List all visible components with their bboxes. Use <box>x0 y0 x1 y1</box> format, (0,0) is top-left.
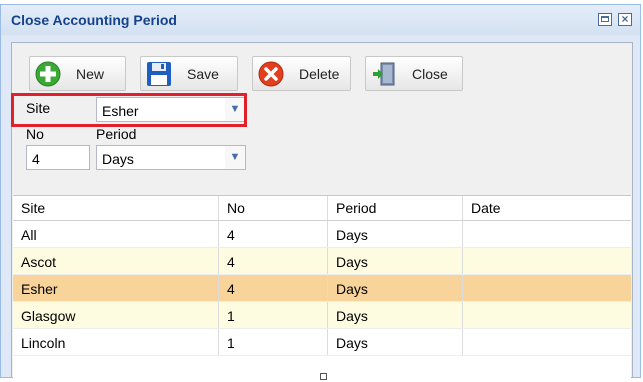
periods-grid: Site No Period Date All 4 Days Ascot 4 D… <box>13 195 631 378</box>
close-button-label: Close <box>412 66 448 82</box>
cell-period: Days <box>328 275 463 301</box>
form-panel: New Save Delete Close Site Esher ▼ No 4 … <box>11 42 633 378</box>
period-value: Days <box>102 151 134 167</box>
exit-door-icon <box>373 62 395 86</box>
column-header-period[interactable]: Period <box>328 196 463 220</box>
floppy-disk-icon <box>147 62 171 86</box>
cell-no: 4 <box>219 221 328 247</box>
cell-site: Glasgow <box>13 302 219 328</box>
cell-site: Esher <box>13 275 219 301</box>
maximize-button[interactable] <box>598 13 612 26</box>
cell-period: Days <box>328 329 463 355</box>
close-button[interactable]: Close <box>365 56 463 91</box>
table-row[interactable]: All 4 Days <box>13 221 631 248</box>
resize-handle[interactable] <box>320 373 327 380</box>
no-label: No <box>26 126 44 142</box>
table-row-selected[interactable]: Esher 4 Days <box>13 275 631 302</box>
close-accounting-period-window: Close Accounting Period × New Save Delet… <box>0 4 641 378</box>
cell-period: Days <box>328 248 463 274</box>
close-window-button[interactable]: × <box>618 13 632 26</box>
cell-period: Days <box>328 302 463 328</box>
table-row[interactable]: Glasgow 1 Days <box>13 302 631 329</box>
no-value: 4 <box>32 151 40 167</box>
cell-period: Days <box>328 221 463 247</box>
cell-date <box>463 329 631 355</box>
save-button[interactable]: Save <box>140 56 238 91</box>
plus-icon <box>35 61 61 87</box>
no-input[interactable]: 4 <box>26 145 90 170</box>
column-header-date[interactable]: Date <box>463 196 631 220</box>
delete-button[interactable]: Delete <box>252 56 351 91</box>
window-title: Close Accounting Period <box>11 12 177 28</box>
cell-date <box>463 275 631 301</box>
site-highlight-box <box>11 93 247 127</box>
save-button-label: Save <box>187 66 219 82</box>
cell-site: Lincoln <box>13 329 219 355</box>
new-button[interactable]: New <box>29 56 126 91</box>
cell-no: 4 <box>219 275 328 301</box>
column-header-no[interactable]: No <box>219 196 328 220</box>
delete-button-label: Delete <box>299 66 340 82</box>
window-titlebar[interactable]: Close Accounting Period × <box>1 5 640 35</box>
cell-site: All <box>13 221 219 247</box>
period-combobox[interactable]: Days ▼ <box>96 145 246 170</box>
table-row[interactable]: Ascot 4 Days <box>13 248 631 275</box>
cell-date <box>463 221 631 247</box>
chevron-down-icon[interactable]: ▼ <box>225 146 245 169</box>
table-row[interactable]: Lincoln 1 Days <box>13 329 631 356</box>
cell-no: 1 <box>219 329 328 355</box>
column-header-site[interactable]: Site <box>13 196 219 220</box>
cell-date <box>463 302 631 328</box>
period-label: Period <box>96 126 137 142</box>
cell-no: 1 <box>219 302 328 328</box>
cell-date <box>463 248 631 274</box>
new-button-label: New <box>76 66 105 82</box>
cell-site: Ascot <box>13 248 219 274</box>
cell-no: 4 <box>219 248 328 274</box>
grid-header-row: Site No Period Date <box>13 196 631 221</box>
delete-x-icon <box>258 61 284 87</box>
